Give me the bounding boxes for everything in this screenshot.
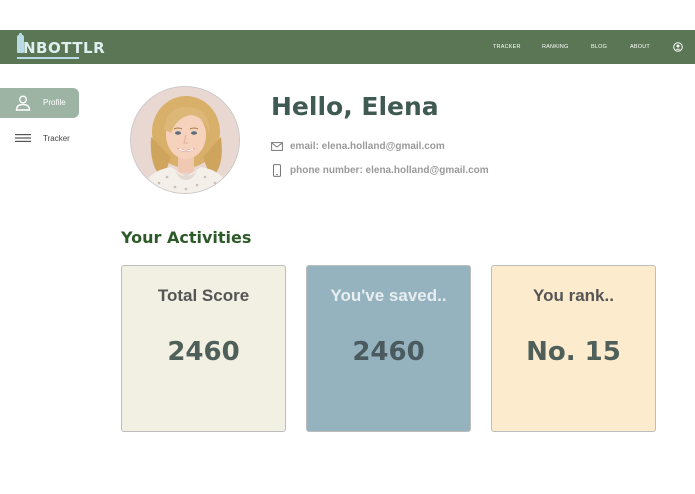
- phone-icon: [273, 164, 281, 177]
- card-title: You've saved..: [330, 286, 447, 305]
- sidebar-item-label: Tracker: [43, 134, 70, 143]
- activity-card-rank: You rank.. No. 15: [491, 265, 656, 432]
- logo-text: NBOTTLR: [23, 39, 106, 57]
- phone-text: phone number: elena.holland@gmail.com: [290, 165, 489, 176]
- card-value: No. 15: [526, 337, 621, 367]
- card-title: You rank..: [533, 286, 614, 305]
- mail-icon: [271, 142, 283, 151]
- logo-underline: [17, 57, 79, 59]
- nav-link-tracker[interactable]: TRACKER: [493, 44, 521, 50]
- account-circle-icon[interactable]: [673, 42, 683, 52]
- greeting-heading: Hello, Elena: [271, 92, 439, 121]
- avatar: [130, 86, 240, 194]
- sidebar-item-label: Profile: [43, 98, 66, 107]
- activity-card-total-score: Total Score 2460: [121, 265, 286, 432]
- nav-link-blog[interactable]: BLOG: [591, 44, 607, 50]
- card-value: 2460: [352, 337, 425, 367]
- sidebar-item-tracker[interactable]: Tracker: [0, 128, 79, 148]
- sidebar-item-profile[interactable]: Profile: [0, 88, 79, 118]
- profile-photo: [131, 87, 239, 193]
- activity-card-saved: You've saved.. 2460: [306, 265, 471, 432]
- activities-title: Your Activities: [121, 228, 252, 247]
- email-text: email: elena.holland@gmail.com: [290, 141, 445, 152]
- card-value: 2460: [167, 337, 240, 367]
- nav-link-ranking[interactable]: RANKING: [542, 44, 568, 50]
- menu-lines-icon: [15, 134, 31, 142]
- person-icon: [15, 95, 31, 111]
- nav-link-about[interactable]: ABOUT: [630, 44, 650, 50]
- card-title: Total Score: [157, 286, 250, 305]
- app-root: NBOTTLR TRACKER RANKING BLOG ABOUT Profi…: [0, 0, 695, 494]
- top-navbar: NBOTTLR TRACKER RANKING BLOG ABOUT: [0, 30, 695, 64]
